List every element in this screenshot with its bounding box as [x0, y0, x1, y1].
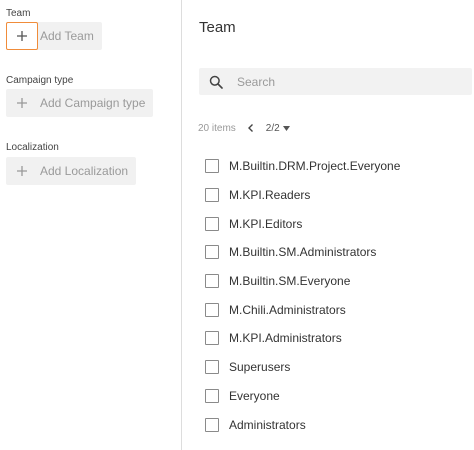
- checkbox[interactable]: [205, 159, 219, 174]
- plus-icon: [6, 89, 38, 117]
- checkbox[interactable]: [205, 331, 219, 346]
- list-item-label: M.Builtin.SM.Administrators: [229, 245, 377, 260]
- list-item-label: M.KPI.Administrators: [229, 331, 342, 346]
- list-item-label: Administrators: [229, 417, 306, 432]
- caret-down-icon: [282, 125, 290, 131]
- list-item-label: M.Builtin.SM.Everyone: [229, 274, 351, 289]
- list-item[interactable]: Administrators: [205, 410, 465, 439]
- campaign-type-section-label: Campaign type: [6, 75, 74, 86]
- add-team-button[interactable]: Add Team: [6, 22, 102, 50]
- chevron-left-icon[interactable]: [246, 123, 256, 133]
- list-item[interactable]: Everyone: [205, 382, 465, 411]
- add-localization-label: Add Localization: [40, 164, 129, 178]
- list-item[interactable]: M.KPI.Editors: [205, 209, 465, 238]
- page-title: Team: [199, 19, 236, 36]
- checkbox[interactable]: [205, 360, 219, 375]
- checkbox[interactable]: [205, 245, 219, 260]
- search-box[interactable]: [199, 68, 472, 95]
- list-item-label: M.Builtin.DRM.Project.Everyone: [229, 159, 401, 174]
- localization-section-label: Localization: [6, 142, 59, 153]
- plus-icon: [6, 22, 38, 50]
- list-item[interactable]: Superusers: [205, 353, 465, 382]
- list-item[interactable]: M.Builtin.SM.Administrators: [205, 238, 465, 267]
- list-item-label: Superusers: [229, 360, 291, 375]
- plus-icon: [6, 157, 38, 185]
- team-section-label: Team: [6, 8, 31, 19]
- item-count: 20 items: [198, 122, 236, 134]
- search-input[interactable]: [237, 74, 457, 89]
- list-item[interactable]: M.Chili.Administrators: [205, 295, 465, 324]
- add-team-label: Add Team: [40, 29, 94, 43]
- add-campaign-type-label: Add Campaign type: [40, 96, 146, 110]
- checkbox[interactable]: [205, 274, 219, 289]
- list-item[interactable]: M.KPI.Administrators: [205, 324, 465, 353]
- add-localization-button[interactable]: Add Localization: [6, 157, 137, 185]
- checkbox[interactable]: [205, 388, 219, 403]
- page-select[interactable]: 2/2: [266, 123, 290, 134]
- list-item[interactable]: M.Builtin.SM.Everyone: [205, 267, 465, 296]
- page-indicator: 2/2: [265, 122, 280, 134]
- list-item-label: M.Chili.Administrators: [229, 302, 346, 317]
- checkbox[interactable]: [205, 188, 219, 203]
- team-list: M.Builtin.DRM.Project.Everyone M.KPI.Read…: [205, 152, 465, 439]
- list-item-label: Everyone: [229, 388, 280, 403]
- list-item-label: M.KPI.Readers: [229, 188, 311, 203]
- checkbox[interactable]: [205, 417, 219, 432]
- pagination: 20 items 2/2: [198, 121, 290, 135]
- list-item-label: M.KPI.Editors: [229, 216, 303, 231]
- filter-sidebar: Team Add Team Campaign type Add Campaign…: [0, 0, 182, 450]
- add-campaign-type-button[interactable]: Add Campaign type: [6, 89, 154, 117]
- team-panel: Team 20 items 2/2 M.Builtin.DRM.Project.…: [183, 0, 474, 450]
- search-icon: [209, 75, 223, 89]
- checkbox[interactable]: [205, 216, 219, 231]
- list-item[interactable]: M.KPI.Readers: [205, 181, 465, 210]
- checkbox[interactable]: [205, 302, 219, 317]
- list-item[interactable]: M.Builtin.DRM.Project.Everyone: [205, 152, 465, 181]
